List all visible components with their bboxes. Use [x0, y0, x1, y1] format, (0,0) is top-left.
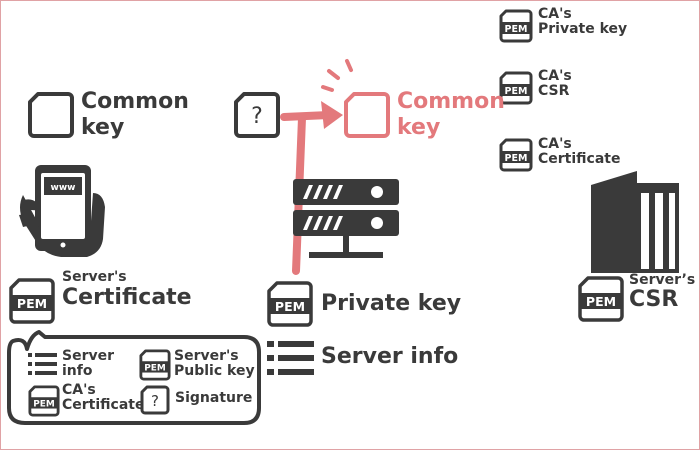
diagram-canvas: PEM CA's Private key PEM CA's CSR PEM CA…: [0, 0, 700, 450]
pem-file-icon: PEM: [578, 276, 624, 322]
svg-text:www: www: [51, 183, 76, 193]
svg-text:PEM: PEM: [505, 153, 528, 164]
svg-text:PEM: PEM: [33, 400, 55, 410]
pem-file-icon: PEM: [267, 281, 313, 327]
pem-file-icon: PEM: [499, 138, 533, 172]
server-common-key-label: Common key: [397, 89, 505, 140]
server-icon: [293, 179, 399, 258]
pem-file-icon: PEM: [28, 385, 60, 417]
bubble-signature-label: Signature: [175, 390, 253, 406]
pem-file-icon: PEM: [9, 278, 55, 324]
ca-private-key-label: CA's Private key: [538, 6, 628, 37]
svg-text:PEM: PEM: [17, 296, 47, 311]
ca-csr-label: CA's CSR: [538, 68, 572, 99]
building-icon: [591, 171, 679, 273]
pem-file-icon: PEM: [499, 9, 533, 43]
pem-file-icon: PEM: [139, 349, 171, 381]
svg-text:PEM: PEM: [505, 24, 528, 35]
unknown-file-icon: ?: [140, 385, 170, 415]
unknown-file-icon: ?: [234, 92, 280, 138]
server-info-label: Server info: [321, 344, 459, 369]
svg-text:?: ?: [251, 104, 263, 129]
bubble-ca-certificate-label: CA's Certificate: [62, 382, 145, 413]
svg-text:PEM: PEM: [586, 294, 616, 309]
svg-text:PEM: PEM: [144, 364, 166, 374]
client-common-key-label: Common key: [81, 89, 189, 140]
svg-text:PEM: PEM: [505, 86, 528, 97]
list-icon: [28, 353, 57, 375]
svg-text:?: ?: [151, 392, 159, 410]
server-certificate-label: Server's Certificate: [62, 269, 192, 310]
smartphone-icon: www: [19, 165, 105, 257]
svg-text:PEM: PEM: [275, 299, 305, 314]
common-key-file-icon: [344, 92, 390, 138]
blank-file-icon: [28, 92, 74, 138]
private-key-label: Private key: [321, 291, 462, 316]
server-csr-label: Server’s CSR: [629, 272, 696, 312]
ca-certificate-label: CA's Certificate: [538, 136, 621, 167]
list-icon: [267, 341, 314, 375]
bubble-server-info-label: Server info: [62, 348, 115, 379]
bubble-public-key-label: Server's Public key: [174, 348, 255, 379]
